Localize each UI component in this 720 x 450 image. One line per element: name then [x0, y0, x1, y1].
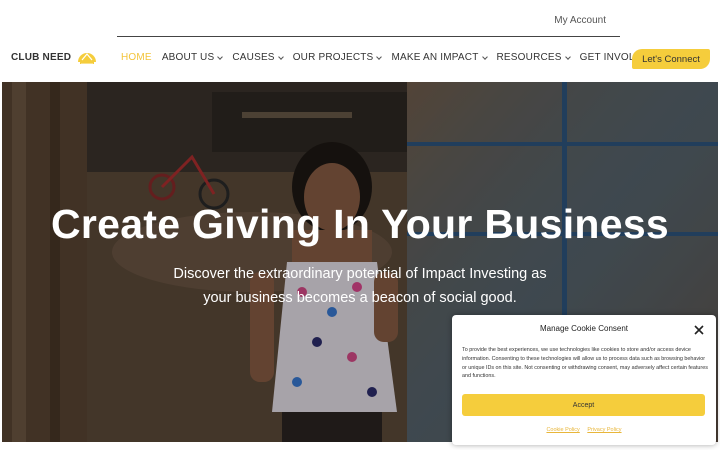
site-logo[interactable]: CLUB NEED	[11, 45, 98, 69]
hero-title: Create Giving In Your Business	[50, 201, 670, 247]
cookie-policy-link[interactable]: Cookie Policy	[546, 427, 579, 433]
hero-subtitle: Discover the extraordinary potential of …	[2, 262, 718, 310]
chevron-down-icon	[481, 53, 488, 60]
chevron-down-icon	[217, 53, 224, 60]
close-icon[interactable]	[693, 323, 705, 335]
nav-item-resources[interactable]: RESOURCES	[496, 52, 571, 63]
chevron-down-icon	[277, 53, 284, 60]
header-divider	[117, 36, 620, 37]
nav-item-label: ABOUT US	[161, 52, 215, 63]
privacy-policy-link[interactable]: Privacy Policy	[587, 427, 621, 433]
hero-subtitle-line: your business becomes a beacon of social…	[203, 290, 517, 306]
nav-item-label: RESOURCES	[496, 52, 562, 63]
nav-item-label: OUR PROJECTS	[292, 52, 374, 63]
logo-text: CLUB NEED	[11, 51, 72, 63]
accept-cookies-button[interactable]: Accept	[462, 394, 705, 416]
chevron-down-icon	[376, 53, 383, 60]
nav-item-about-us[interactable]: ABOUT US	[161, 52, 224, 63]
chevron-down-icon	[564, 53, 571, 60]
logo-hands-icon	[76, 48, 98, 66]
nav-item-home[interactable]: HOME	[121, 52, 152, 63]
nav-item-causes[interactable]: CAUSES	[232, 52, 284, 63]
nav-item-make-an-impact[interactable]: MAKE AN IMPACT	[391, 52, 488, 63]
cookie-dialog-body: To provide the best experiences, we use …	[462, 347, 708, 380]
cookie-consent-dialog: Manage Cookie Consent To provide the bes…	[452, 315, 716, 445]
main-nav: HOME ABOUT US CAUSES OUR PROJECTS MAKE A…	[121, 52, 673, 63]
nav-item-our-projects[interactable]: OUR PROJECTS	[292, 52, 383, 63]
hero-subtitle-line: Discover the extraordinary potential of …	[173, 266, 547, 282]
cookie-policy-links: Cookie Policy Privacy Policy	[452, 427, 716, 433]
nav-item-label: HOME	[121, 52, 152, 63]
lets-connect-button[interactable]: Let's Connect	[632, 49, 710, 69]
nav-item-label: CAUSES	[232, 52, 275, 63]
my-account-link[interactable]: My Account	[554, 15, 606, 26]
site-header: My Account CLUB NEED HOME ABOUT US CAUSE…	[0, 0, 720, 82]
nav-item-label: MAKE AN IMPACT	[391, 52, 479, 63]
cookie-dialog-title: Manage Cookie Consent	[539, 324, 629, 333]
